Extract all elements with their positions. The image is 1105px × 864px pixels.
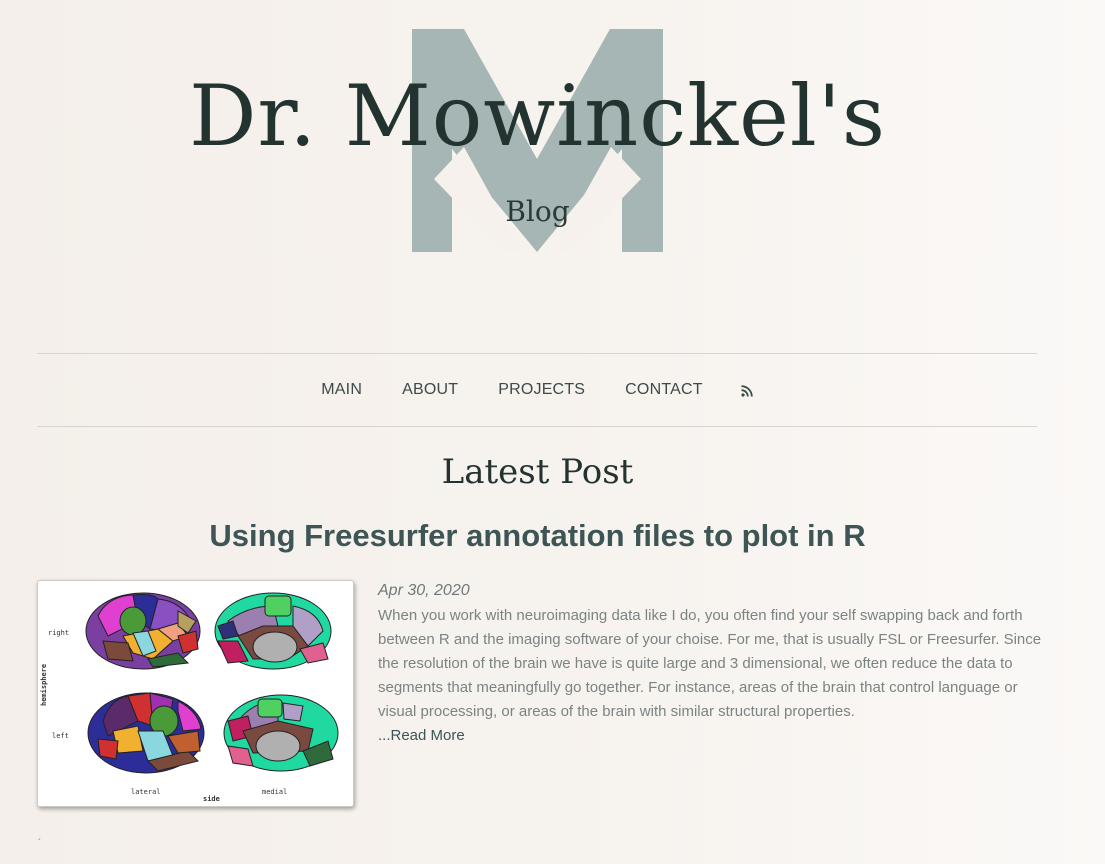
latest-post-heading: Latest Post [441, 452, 634, 492]
thumb-col-label-lateral: lateral [131, 788, 161, 796]
thumb-x-axis-label: side [203, 795, 220, 803]
nav-item-about[interactable]: ABOUT [402, 381, 458, 399]
brain-left-medial [223, 694, 339, 772]
post-thumbnail[interactable]: right left hemisphere lateral medial sid… [37, 580, 354, 807]
rss-icon[interactable] [741, 384, 753, 397]
post-excerpt-text: When you work with neuroimaging data lik… [378, 607, 1042, 720]
post-title-link[interactable]: Using Freesurfer annotation files to plo… [0, 518, 1075, 554]
brain-right-medial [214, 592, 332, 670]
nav-item-projects[interactable]: PROJECTS [498, 381, 585, 399]
site-subtitle: Blog [505, 195, 570, 228]
brain-left-lateral [87, 692, 205, 774]
nav-item-main[interactable]: MAIN [321, 381, 362, 399]
post-excerpt: When you work with neuroimaging data lik… [378, 604, 1043, 748]
site-title[interactable]: Dr. Mowinckel's [0, 66, 1075, 167]
brain-right-lateral [85, 592, 201, 670]
thumb-col-label-medial: medial [262, 788, 287, 796]
post-date: Apr 30, 2020 [378, 582, 470, 599]
nav-item-contact[interactable]: CONTACT [625, 381, 703, 399]
footer-mark: ´ [38, 838, 42, 849]
site-header: Dr. Mowinckel's Blog [0, 0, 1075, 300]
thumb-y-axis-label: hemisphere [40, 664, 48, 706]
main-nav: MAIN ABOUT PROJECTS CONTACT [37, 353, 1037, 427]
read-more-link[interactable]: ...Read More [378, 727, 465, 744]
thumb-row-label-left: left [52, 732, 69, 740]
thumb-row-label-right: right [48, 629, 69, 637]
